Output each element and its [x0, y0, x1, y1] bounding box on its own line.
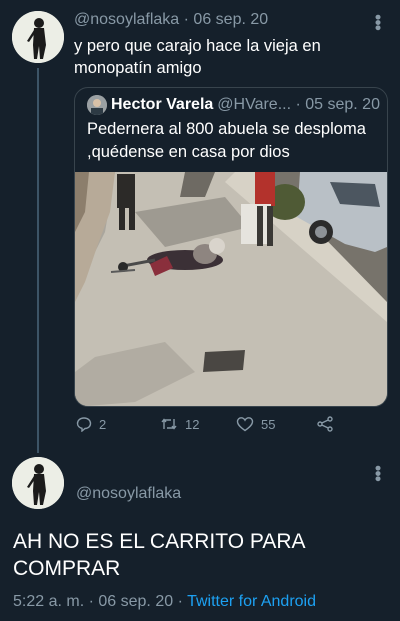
- separator-dot: ·: [88, 593, 99, 610]
- like-count: 55: [261, 416, 276, 432]
- quoted-avatar: [87, 95, 107, 115]
- like-icon: [236, 416, 254, 432]
- thread-line: [37, 68, 39, 453]
- reply-date: 06 sep. 20: [98, 593, 174, 610]
- reply-handle[interactable]: @nosoylaflaka: [76, 485, 181, 503]
- reply-text: AH NO ES EL CARRITO PARA COMPRAR: [13, 530, 305, 580]
- tweet-header: @nosoylaflaka · 06 sep. 20: [74, 11, 268, 29]
- tweet-handle[interactable]: @nosoylaflaka: [74, 11, 179, 28]
- reply-icon: [76, 416, 92, 432]
- retweet-button[interactable]: 12: [160, 413, 199, 435]
- quoted-name: Hector Varela: [111, 96, 214, 113]
- more-options-icon[interactable]: •••: [368, 14, 388, 30]
- share-icon: [316, 416, 334, 432]
- quoted-photo[interactable]: [75, 172, 387, 406]
- retweet-count: 12: [185, 416, 200, 432]
- avatar[interactable]: [12, 11, 64, 63]
- source-link[interactable]: Twitter for Android: [187, 593, 316, 610]
- quoted-tweet[interactable]: Hector Varela @HVare... · 05 sep. 20 Ped…: [74, 87, 388, 407]
- quoted-tweet-header: Hector Varela @HVare... · 05 sep. 20: [87, 94, 380, 116]
- reply-button[interactable]: 2: [76, 413, 106, 435]
- separator-dot: ·: [291, 96, 306, 113]
- separator-dot: ·: [183, 11, 194, 28]
- avatar[interactable]: [12, 457, 64, 509]
- separator-dot: ·: [177, 593, 188, 610]
- quoted-text: Pedernera al 800 abuela se desploma ,qué…: [87, 120, 366, 161]
- quoted-handle: @HVare...: [217, 96, 292, 113]
- tweet-date[interactable]: 06 sep. 20: [193, 11, 268, 28]
- reply-count: 2: [99, 416, 107, 432]
- share-button[interactable]: [316, 413, 334, 435]
- more-options-icon[interactable]: •••: [368, 465, 388, 481]
- reply-time: 5:22 a. m.: [13, 593, 85, 610]
- retweet-icon: [160, 416, 178, 432]
- reply-meta: 5:22 a. m. · 06 sep. 20 · Twitter for An…: [13, 593, 316, 611]
- like-button[interactable]: 55: [236, 413, 275, 435]
- tweet-text: y pero que carajo hace la vieja en monop…: [74, 37, 321, 77]
- quoted-date: 05 sep. 20: [305, 96, 380, 113]
